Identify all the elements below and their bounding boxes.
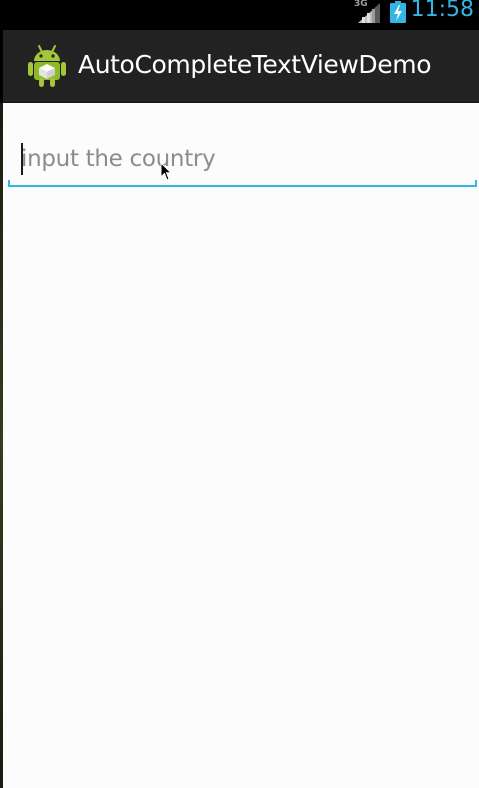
android-app-icon[interactable] — [27, 44, 67, 88]
app-title: AutoCompleteTextViewDemo — [78, 50, 432, 79]
content-area: input the country — [3, 103, 479, 788]
status-bar: 3G 11:58 — [0, 0, 479, 25]
clock: 11:58 — [410, 0, 474, 22]
screen: 3G 11:58 AutoCompleteTextViewDemo input … — [0, 0, 479, 788]
country-input[interactable]: input the country — [8, 137, 477, 187]
mouse-pointer-icon — [160, 161, 174, 182]
input-bracket-right — [475, 180, 477, 187]
country-input-placeholder: input the country — [21, 146, 216, 172]
input-bracket-left — [8, 180, 10, 187]
signal-icon — [358, 3, 380, 23]
action-bar: AutoCompleteTextViewDemo — [3, 30, 479, 103]
battery-charging-icon — [390, 1, 406, 23]
text-caret — [21, 143, 23, 175]
